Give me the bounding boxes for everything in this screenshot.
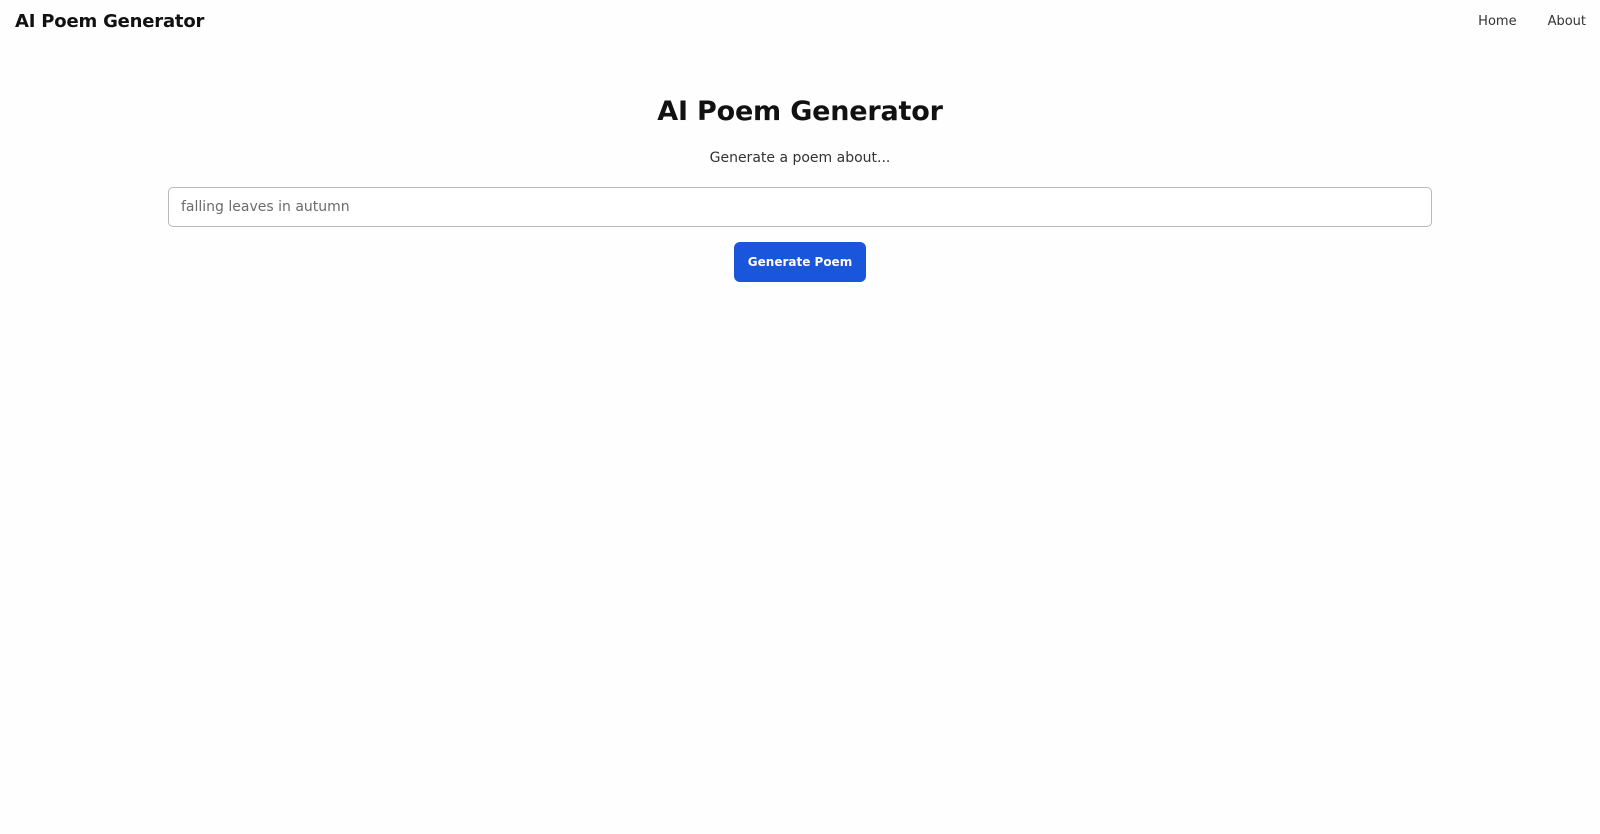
page-title: AI Poem Generator [657,96,943,127]
nav-link-about[interactable]: About [1548,14,1586,29]
generate-poem-button[interactable]: Generate Poem [734,242,866,282]
poem-topic-input[interactable] [168,187,1432,227]
page-subtitle: Generate a poem about... [709,150,891,166]
brand-logo-text[interactable]: AI Poem Generator [15,11,204,32]
nav-link-home[interactable]: Home [1478,14,1516,29]
nav-links: Home About [1478,14,1586,29]
navbar: AI Poem Generator Home About [0,0,1600,46]
